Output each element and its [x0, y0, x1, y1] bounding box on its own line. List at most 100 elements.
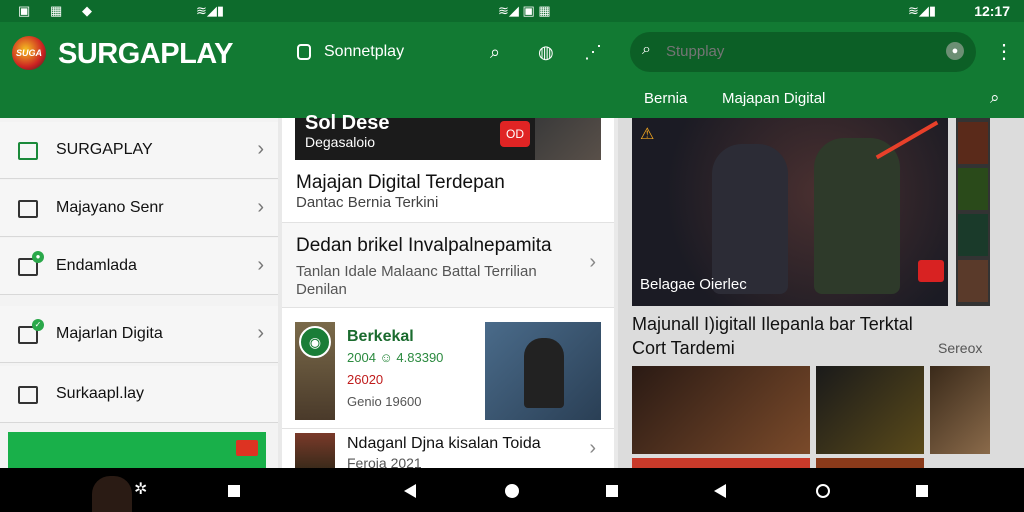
signal-icon: ≋◢▮	[908, 3, 937, 18]
sidebar-item-surkaaplay[interactable]: Surkaapl.lay	[0, 366, 278, 423]
folder-icon	[18, 386, 38, 404]
thumbnail-image	[958, 260, 988, 302]
sidebar-item-label: Majarlan Digita	[56, 325, 163, 342]
list-item-desc: Denilan	[296, 281, 347, 298]
character-figure	[712, 144, 788, 294]
see-more-link[interactable]: Sereox	[938, 340, 982, 356]
list-item-desc: Tanlan Idale Malaanc Battal Terrilian	[296, 263, 537, 280]
sidebar-item-surgaplay[interactable]: SURGAPLAY ›	[0, 122, 278, 179]
tab-label[interactable]: Sonnetplay	[324, 43, 404, 61]
navigation-bar: ✲	[0, 468, 1024, 512]
bottom-strip	[816, 458, 924, 468]
feed-subtitle: Dantac Bernia Terkini	[296, 194, 439, 211]
featured-image[interactable]: ⚠ Belagae Oierlec	[632, 118, 948, 306]
recents-button[interactable]	[228, 485, 240, 497]
app-logo: SUGA	[12, 36, 46, 70]
thumbnail-image	[295, 433, 335, 469]
status-time: 12:17	[974, 3, 1010, 19]
hero-subtitle: Degasaloio	[305, 134, 376, 150]
home-button[interactable]	[505, 484, 519, 498]
list-item[interactable]: Ndaganl Djna kisalan Toida Feroia 2021 ›	[282, 428, 614, 471]
thumbnail-image	[958, 122, 988, 164]
list-item-title: Berkekal	[347, 328, 414, 345]
thumbnail-image	[958, 168, 988, 210]
list-item[interactable]: ◉ Berkekal 2004 ☺ 4.83390 26020 Genio 19…	[282, 316, 614, 424]
app-bar: SUGA SURGAPLAY Sonnetplay ⌕ ◍ ⋰ ⌕ ● ⋮ Be…	[0, 22, 1024, 118]
video-tile[interactable]	[930, 366, 990, 454]
character-figure	[814, 138, 900, 294]
search-icon: ⌕	[642, 41, 651, 58]
chevron-right-icon: ›	[257, 254, 264, 276]
chevron-right-icon: ›	[589, 437, 596, 459]
video-tile[interactable]	[632, 366, 810, 454]
sidebar: SURGAPLAY › Majayano Senr › ● Endamlada …	[0, 118, 278, 468]
wifi-icon: ≋◢▮	[196, 3, 225, 18]
subtab-bernia[interactable]: Bernia	[644, 90, 687, 107]
wifi-icon: ≋◢ ▣ ▦	[498, 3, 551, 18]
search-bar[interactable]: ⌕ ●	[630, 32, 976, 72]
bottom-strip	[632, 458, 810, 468]
more-icon[interactable]: ⋮	[994, 40, 1014, 64]
sidebar-item-majarlan[interactable]: ✓ Majarlan Digita ›	[0, 306, 278, 363]
channel-logo: ◉	[299, 326, 331, 358]
list-item[interactable]: Dedan brikel Invalpalnepamita Tanlan Ida…	[282, 222, 614, 308]
brand-title: SURGAPLAY	[58, 38, 233, 70]
feed-title: Majajan Digital Terdepan	[296, 172, 505, 193]
chevron-right-icon: ›	[257, 196, 264, 218]
notification-dot: ●	[32, 251, 44, 263]
list-item-meta: 26020	[347, 372, 384, 387]
notification-icon: ◆	[82, 3, 92, 18]
search-icon[interactable]: ⌕	[490, 42, 500, 62]
gallery-icon: ▣	[18, 3, 31, 18]
status-bar: ▣ ▦ ◆ ≋◢▮ ≋◢ ▣ ▦ ≋◢▮ 12:17	[0, 0, 1024, 22]
laser-effect	[875, 120, 939, 160]
message-icon: ▦	[50, 3, 63, 18]
sidebar-item-label: Surkaapl.lay	[56, 385, 145, 402]
chevron-right-icon: ›	[257, 322, 264, 344]
folder-icon	[18, 200, 38, 218]
person-image	[524, 338, 564, 408]
promo-banner[interactable]	[8, 432, 266, 468]
featured-caption: Belagae Oierlec	[640, 276, 747, 293]
check-icon: ✓	[32, 319, 44, 331]
share-icon[interactable]: ⋰	[584, 42, 602, 62]
play-badge	[918, 260, 944, 282]
search-icon[interactable]: ⌕	[990, 88, 1000, 108]
chevron-right-icon: ›	[257, 138, 264, 160]
mic-icon[interactable]: ●	[946, 42, 964, 60]
video-tile[interactable]	[816, 366, 924, 454]
sidebar-item-endamlada[interactable]: ● Endamlada ›	[0, 238, 278, 295]
chevron-right-icon: ›	[589, 251, 596, 273]
badge-icon	[236, 440, 258, 456]
article-title[interactable]: Majunall I)igitall Ilepanla bar Terktal …	[632, 312, 932, 360]
hero-image	[535, 118, 601, 160]
globe-icon[interactable]: ◍	[538, 42, 554, 62]
side-thumbnails[interactable]	[956, 118, 990, 306]
subtab-majapan-digital[interactable]: Majapan Digital	[722, 90, 825, 107]
list-item-meta: Genio 19600	[347, 394, 422, 409]
search-input[interactable]	[666, 43, 916, 60]
recents-button[interactable]	[916, 485, 928, 497]
recents-button[interactable]	[606, 485, 618, 497]
back-button[interactable]	[404, 484, 416, 498]
sidebar-item-label: SURGAPLAY	[56, 141, 153, 158]
settings-icon[interactable]: ✲	[134, 480, 147, 500]
app-screen: ▣ ▦ ◆ ≋◢▮ ≋◢ ▣ ▦ ≋◢▮ 12:17 SUGA SURGAPLA…	[0, 0, 1024, 512]
person-image	[92, 476, 132, 512]
sidebar-item-label: Majayano Senr	[56, 199, 164, 216]
thumbnail-image	[958, 214, 988, 256]
main-feed: Sol Dese Degasaloio OD Majajan Digital T…	[282, 112, 614, 471]
list-item-title: Dedan brikel Invalpalnepamita	[296, 235, 552, 256]
list-item-title: Ndaganl Djna kisalan Toida	[347, 435, 541, 452]
tab-icon[interactable]	[297, 44, 311, 60]
sidebar-item-majayano[interactable]: Majayano Senr ›	[0, 180, 278, 237]
list-item-meta: 2004 ☺ 4.83390	[347, 350, 444, 365]
hero-card[interactable]: Sol Dese Degasaloio OD	[295, 112, 601, 160]
home-button[interactable]	[816, 484, 830, 498]
right-panel: ⚠ Belagae Oierlec Majunall I)igitall Ile…	[618, 118, 1024, 468]
sidebar-item-label: Endamlada	[56, 257, 137, 274]
hero-title: Sol Dese	[305, 112, 390, 134]
warning-icon: ⚠	[640, 126, 655, 143]
back-button[interactable]	[714, 484, 726, 498]
play-badge: OD	[500, 121, 530, 147]
